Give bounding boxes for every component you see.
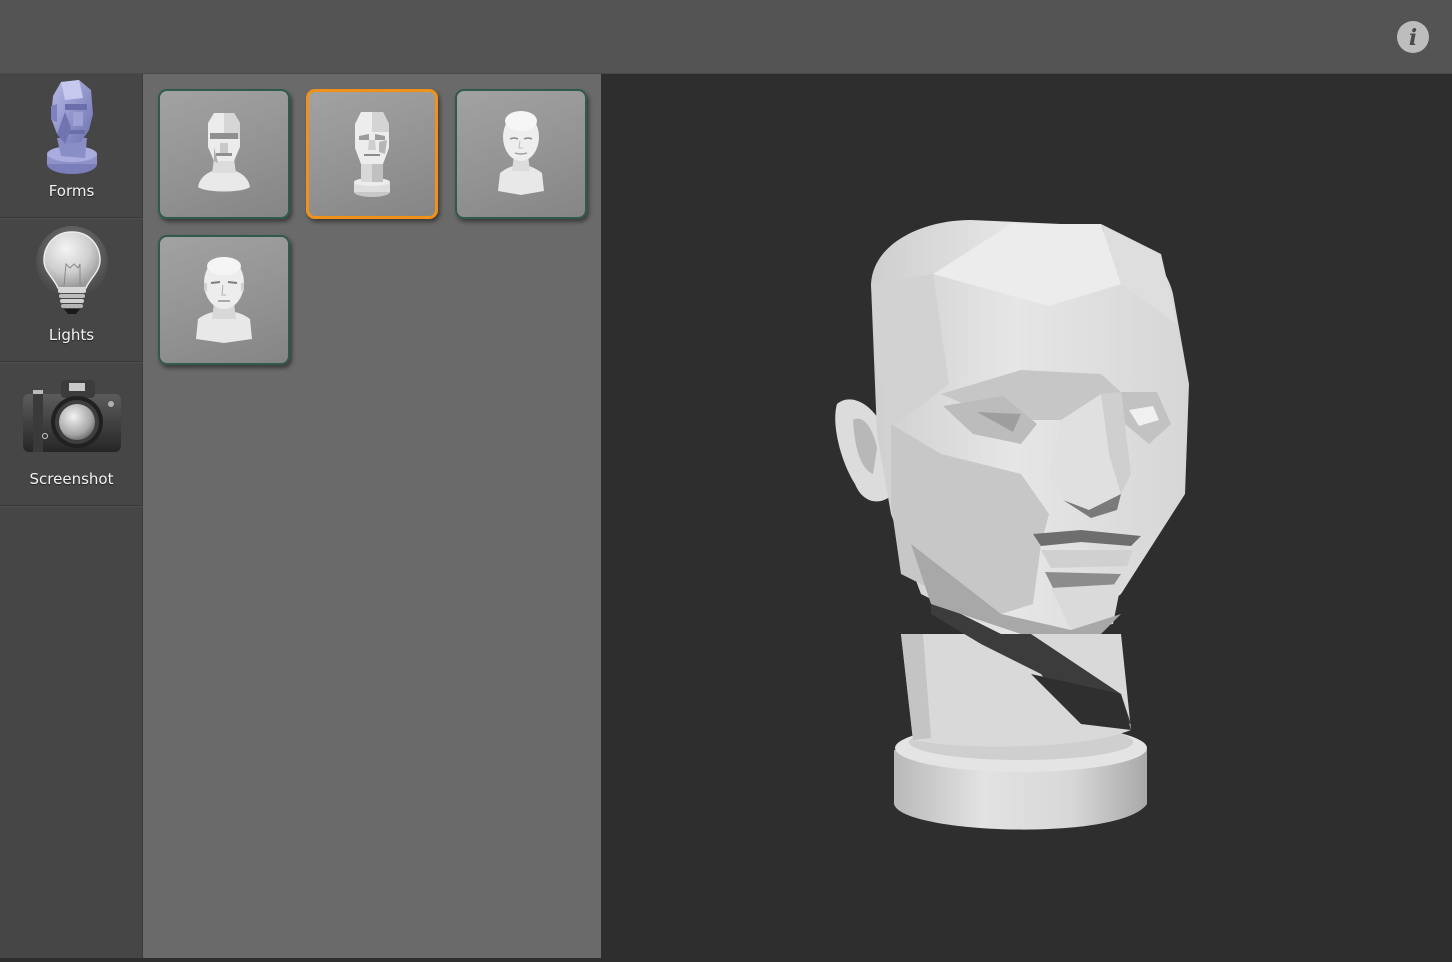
camera-icon xyxy=(22,380,121,452)
form-tile-1[interactable] xyxy=(158,89,290,219)
sidebar: Forms Lights Screenshot xyxy=(0,74,143,958)
planar-head-model xyxy=(835,220,1189,830)
male-head-thumbnail xyxy=(196,257,252,343)
info-button[interactable]: i xyxy=(1397,21,1429,53)
sidebar-item-screenshot[interactable]: Screenshot xyxy=(0,362,143,506)
info-icon: i xyxy=(1408,24,1418,51)
form-tile-3[interactable] xyxy=(455,89,587,219)
top-bar: i xyxy=(0,0,1452,74)
form-tile-2[interactable] xyxy=(306,89,438,219)
form-tile-4[interactable] xyxy=(158,235,290,365)
light-bulb-icon xyxy=(35,226,108,314)
female-head-thumbnail xyxy=(498,111,544,195)
sidebar-item-label: Forms xyxy=(48,182,95,200)
planar-head-icon xyxy=(46,80,97,174)
sidebar-item-label: Lights xyxy=(48,326,95,344)
forms-panel xyxy=(143,74,601,958)
sidebar-item-label: Screenshot xyxy=(29,470,114,488)
asaro-head-thumbnail xyxy=(354,112,390,197)
3d-viewport[interactable] xyxy=(601,74,1452,958)
sidebar-item-forms[interactable]: Forms xyxy=(0,74,143,218)
planar-bust-thumbnail xyxy=(198,113,250,192)
sidebar-item-lights[interactable]: Lights xyxy=(0,218,143,362)
